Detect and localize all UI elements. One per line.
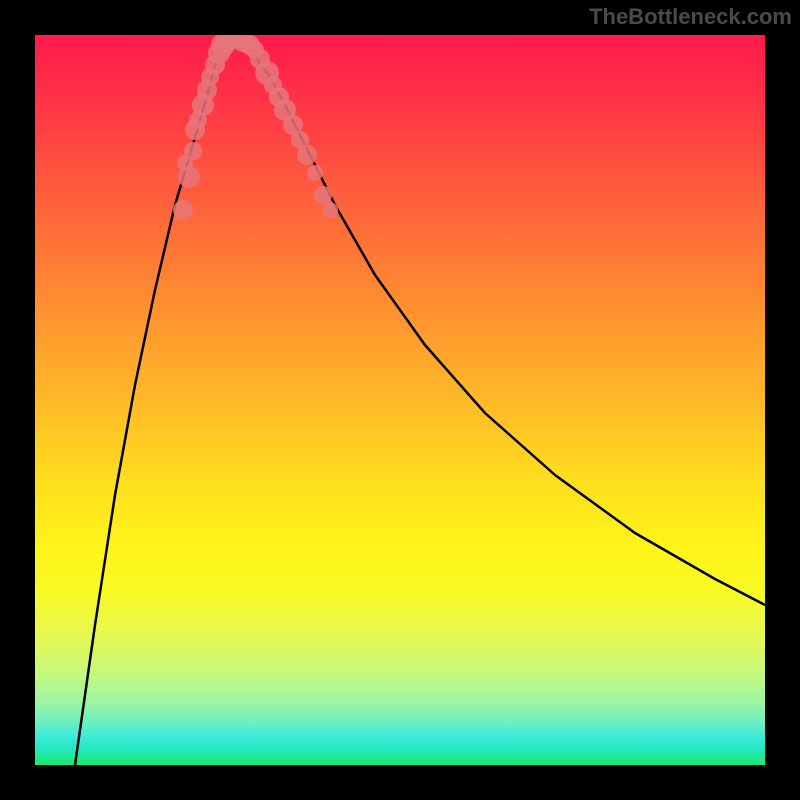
plot-area	[35, 35, 765, 765]
chart-svg	[35, 35, 765, 765]
scatter-points	[173, 35, 338, 220]
watermark-text: TheBottleneck.com	[589, 4, 792, 30]
curve-line	[75, 39, 765, 765]
